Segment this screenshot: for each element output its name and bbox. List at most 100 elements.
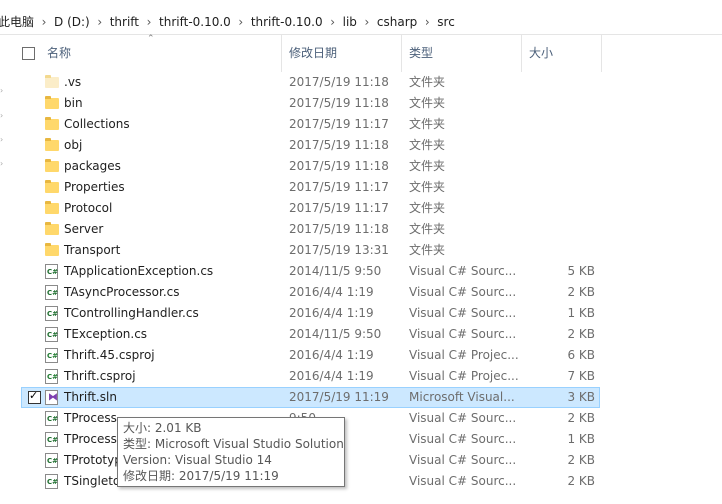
breadcrumb-chevron-icon[interactable]: › [34,15,54,29]
file-type: 文件夹 [409,201,446,215]
breadcrumb-chevron-icon[interactable]: › [323,15,343,29]
file-name: packages [64,159,121,173]
csharp-file-icon: C# [44,453,60,468]
file-row[interactable]: Server 2017/5/19 11:18 文件夹 [0,219,722,240]
file-name: Thrift.csproj [64,369,136,383]
file-row[interactable]: Properties 2017/5/19 11:17 文件夹 [0,177,722,198]
file-name: Transport [64,243,121,257]
file-type: 文件夹 [409,96,446,110]
file-row[interactable]: C#TProcess19Visual C# Sourc...1 KB [0,429,722,450]
folder-icon [44,159,60,174]
csharp-project-icon: C# [44,348,60,363]
file-row[interactable]: C# Thrift.csproj 2016/4/4 1:19 Visual C# Pr… [0,366,722,387]
column-date[interactable]: 修改日期 [282,35,402,72]
file-type: Visual C# Sourc... [409,264,517,278]
file-type: 文件夹 [409,75,446,89]
file-date: 2017/5/19 11:17 [289,117,389,131]
file-row[interactable]: .vs 2017/5/19 11:18 文件夹 [0,72,722,93]
tooltip-version: Version: Visual Studio 14 [123,453,272,467]
breadcrumb-chevron-icon[interactable]: › [357,15,377,29]
folder-icon [44,75,60,90]
file-type: Visual C# Sourc... [409,453,517,467]
breadcrumb-chevron-icon[interactable]: › [139,15,159,29]
file-row[interactable]: C#TProcess9:50Visual C# Sourc...2 KB [0,408,722,429]
file-row[interactable]: Collections 2017/5/19 11:17 文件夹 [0,114,722,135]
file-name: TAsyncProcessor.cs [64,285,180,299]
file-row[interactable]: C# TException.cs 2014/11/5 9:50 Visual C# S… [0,324,722,345]
folder-icon [44,180,60,195]
breadcrumb-item[interactable]: thrift [110,15,139,29]
file-row[interactable]: Protocol 2017/5/19 11:17 文件夹 [0,198,722,219]
file-date: 2017/5/19 11:18 [289,159,389,173]
file-type: Visual C# Sourc... [409,474,517,488]
file-type: 文件夹 [409,117,446,131]
file-size: 5 KB [567,264,595,278]
file-date: 2017/5/19 11:18 [289,75,389,89]
tooltip-size: 大小: 2.01 KB [123,421,202,435]
tooltip-type: 类型: Microsoft Visual Studio Solution [123,437,344,451]
file-name: TProcess [64,432,117,446]
file-row[interactable]: bin 2017/5/19 11:18 文件夹 [0,93,722,114]
file-type: Visual C# Sourc... [409,432,517,446]
breadcrumb-item[interactable]: src [437,15,455,29]
file-type: 文件夹 [409,180,446,194]
file-row[interactable]: packages 2017/5/19 11:18 文件夹 [0,156,722,177]
csharp-file-icon: C# [44,285,60,300]
breadcrumb-item[interactable]: lib [343,15,357,29]
file-size: 2 KB [567,453,595,467]
file-date: 2014/11/5 9:50 [289,264,382,278]
file-row[interactable]: C# TAsyncProcessor.cs 2016/4/4 1:19 Visual … [0,282,722,303]
file-date: 2017/5/19 11:18 [289,138,389,152]
breadcrumb-item[interactable]: 此电脑 [0,13,34,30]
file-row[interactable]: obj 2017/5/19 11:18 文件夹 [0,135,722,156]
file-type: 文件夹 [409,222,446,236]
file-size: 3 KB [567,390,595,404]
folder-icon [44,222,60,237]
breadcrumb-chevron-icon[interactable]: › [231,15,251,29]
csharp-file-icon: C# [44,264,60,279]
file-row[interactable]: C#TPrototyp19Visual C# Sourc...2 KB [0,450,722,471]
file-row[interactable]: ⧓ Thrift.sln 2017/5/19 11:19 Microsoft Visu… [0,387,722,408]
breadcrumb-item[interactable]: D (D:) [54,15,90,29]
file-type: Visual C# Sourc... [409,306,517,320]
file-row[interactable]: C# TControllingHandler.cs 2016/4/4 1:19 Vis… [0,303,722,324]
file-row[interactable]: Transport 2017/5/19 13:31 文件夹 [0,240,722,261]
column-type[interactable]: 类型 [402,35,522,72]
column-size[interactable]: 大小 [522,35,602,72]
csharp-file-icon: C# [44,327,60,342]
file-row[interactable]: C# Thrift.45.csproj 2016/4/4 1:19 Visual C#… [0,345,722,366]
breadcrumb-chevron-icon[interactable]: › [90,15,110,29]
file-type: Microsoft Visual... [409,390,515,404]
file-name: Thrift.sln [64,390,117,404]
file-row[interactable]: C# TApplicationException.cs 2014/11/5 9:50… [0,261,722,282]
breadcrumb: 此电脑 › D (D:) › thrift › thrift-0.10.0 › thrift-0… [0,13,455,30]
file-size: 1 KB [567,306,595,320]
column-name[interactable]: 名称 [33,35,282,72]
breadcrumb-item[interactable]: csharp [377,15,417,29]
file-date: 2017/5/19 11:18 [289,222,389,236]
file-size: 1 KB [567,432,595,446]
file-name: TSingleto [64,474,121,488]
folder-icon [44,201,60,216]
file-type: Visual C# Projec... [409,348,519,362]
breadcrumb-chevron-icon[interactable]: › [417,15,437,29]
file-name: .vs [64,75,82,89]
breadcrumb-item[interactable]: thrift-0.10.0 [251,15,323,29]
folder-icon [44,138,60,153]
row-checkbox[interactable] [28,389,41,404]
file-list: .vs 2017/5/19 11:18 文件夹 bin 2017/5/19 11:18 文… [0,72,722,492]
breadcrumb-item[interactable]: thrift-0.10.0 [159,15,231,29]
file-name: obj [64,138,83,152]
file-type: 文件夹 [409,243,446,257]
file-date: 2017/5/19 13:31 [289,243,389,257]
file-name: Collections [64,117,130,131]
file-date: 2017/5/19 11:17 [289,180,389,194]
file-type: 文件夹 [409,159,446,173]
csharp-file-icon: C# [44,474,60,489]
file-size: 2 KB [567,285,595,299]
file-size: 7 KB [567,369,595,383]
address-bar[interactable]: 此电脑 › D (D:) › thrift › thrift-0.10.0 › thrift-0… [0,7,722,35]
file-row[interactable]: C#TSingleto19Visual C# Sourc...2 KB [0,471,722,492]
file-date: 2014/11/5 9:50 [289,327,382,341]
tooltip-modified: 修改日期: 2017/5/19 11:19 [123,469,279,483]
